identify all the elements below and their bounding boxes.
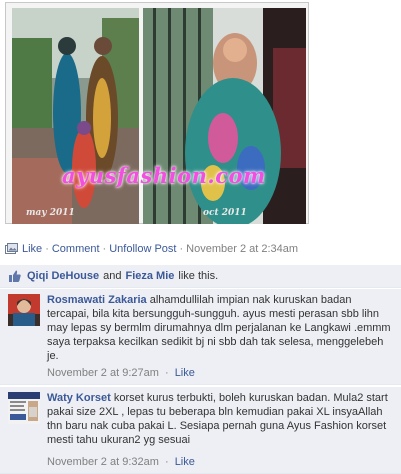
post-photo[interactable]: ayusfashion.com may 2011 oct 2011 [5, 2, 309, 224]
likes-summary: Qiqi DeHouse and Fieza Mie like this. [0, 265, 401, 288]
watermark-text: ayusfashion.com [62, 163, 266, 188]
separator: · [102, 243, 107, 255]
photo-after [143, 8, 306, 224]
separator: · [164, 367, 169, 379]
like-post-link[interactable]: Like [22, 243, 42, 255]
comment-body: Rosmawati Zakaria alhamdullilah impian n… [47, 293, 394, 363]
comment-timestamp[interactable]: November 2 at 9:32am [47, 456, 159, 468]
comment-timestamp[interactable]: November 2 at 9:27am [47, 367, 159, 379]
comment-meta: November 2 at 9:27am · Like [47, 367, 195, 379]
separator: · [164, 456, 169, 468]
avatar[interactable] [8, 294, 40, 326]
separator: · [45, 243, 49, 255]
photo-after-date: oct 2011 [203, 208, 247, 218]
comment-meta: November 2 at 9:32am · Like [47, 456, 195, 468]
comment-like-link[interactable]: Like [175, 367, 195, 379]
photo-share-icon [5, 243, 18, 254]
likes-suffix: like this. [178, 270, 219, 282]
photo-before [12, 8, 139, 224]
comment-link[interactable]: Comment [52, 243, 100, 255]
separator: · [179, 243, 184, 255]
unfollow-post-link[interactable]: Unfollow Post [109, 243, 176, 255]
post-actions-bar: Like · Comment · Unfollow Post · Novembe… [5, 240, 399, 258]
comment-like-link[interactable]: Like [175, 456, 195, 468]
comment-body: Waty Korset korset kurus terbukti, boleh… [47, 391, 394, 447]
avatar[interactable] [8, 392, 40, 424]
liker-name[interactable]: Fieza Mie [125, 270, 174, 282]
comment-item: Rosmawati Zakaria alhamdullilah impian n… [0, 289, 401, 385]
liker-name[interactable]: Qiqi DeHouse [27, 270, 99, 282]
likes-conjunction: and [103, 270, 122, 282]
photo-before-date: may 2011 [26, 208, 75, 218]
comment-author[interactable]: Rosmawati Zakaria [47, 294, 147, 306]
comment-item: Waty Korset korset kurus terbukti, boleh… [0, 387, 401, 474]
feedback-section: Qiqi DeHouse and Fieza Mie like this. Ro… [0, 262, 401, 474]
comment-author[interactable]: Waty Korset [47, 392, 111, 404]
post-timestamp[interactable]: November 2 at 2:34am [186, 243, 298, 255]
thumbs-up-icon [9, 270, 21, 282]
